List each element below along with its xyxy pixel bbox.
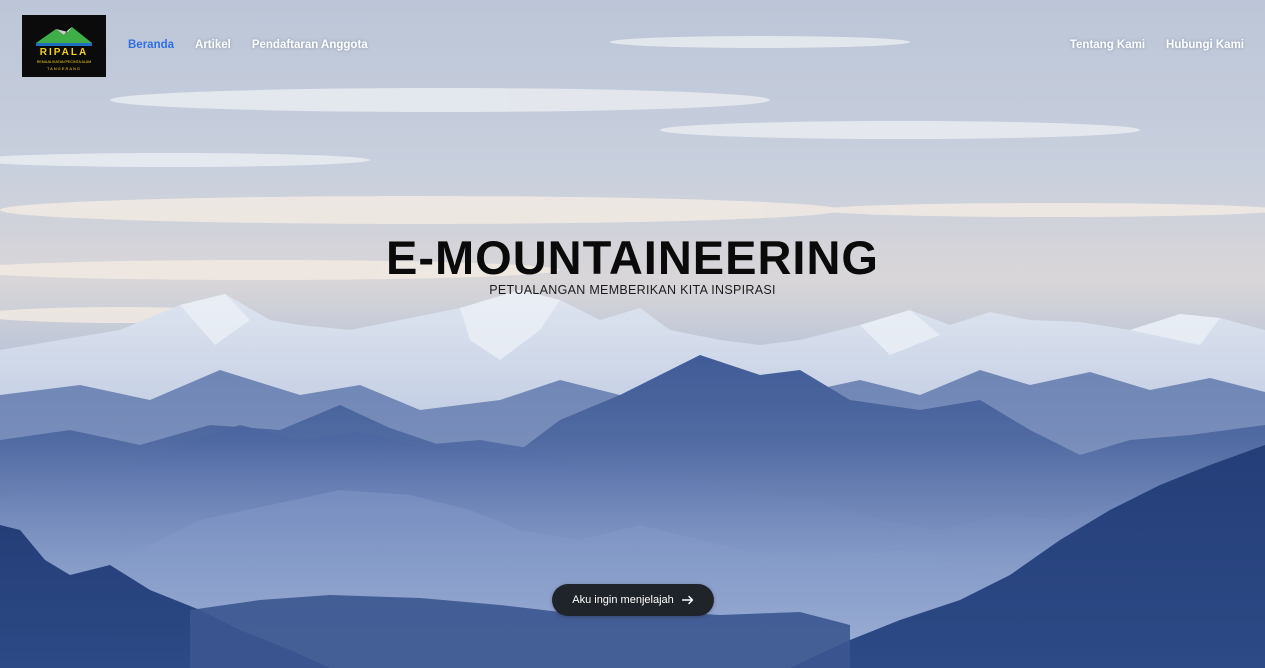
- nav-link-pendaftaran-anggota[interactable]: Pendaftaran Anggota: [252, 37, 368, 53]
- logo-text-top: RIPALA: [40, 47, 88, 58]
- navbar: RIPALA REMAJA IKATAN PECINTA ALAM TANGER…: [0, 0, 1265, 90]
- arrow-right-icon: [681, 595, 694, 605]
- hero-subtitle: PETUALANGAN MEMBERIKAN KITA INSPIRASI: [489, 283, 776, 297]
- nav-link-tentang-kami[interactable]: Tentang Kami: [1070, 37, 1145, 53]
- nav-link-hubungi-kami[interactable]: Hubungi Kami: [1166, 37, 1244, 53]
- hero-title: E-MOUNTAINEERING: [386, 231, 879, 284]
- nav-link-artikel[interactable]: Artikel: [195, 37, 231, 53]
- explore-button[interactable]: Aku ingin menjelajah: [552, 584, 714, 616]
- logo-text-bottom: TANGERANG: [47, 66, 81, 71]
- nav-left-links: Beranda Artikel Pendaftaran Anggota: [128, 37, 389, 53]
- nav-link-beranda[interactable]: Beranda: [128, 37, 174, 53]
- explore-button-label: Aku ingin menjelajah: [572, 594, 674, 606]
- logo-text-ring: REMAJA IKATAN PECINTA ALAM: [37, 60, 92, 64]
- ripala-logo[interactable]: RIPALA REMAJA IKATAN PECINTA ALAM TANGER…: [22, 15, 106, 77]
- nav-right-links: Tentang Kami Hubungi Kami: [1049, 37, 1244, 53]
- hero-section: RIPALA REMAJA IKATAN PECINTA ALAM TANGER…: [0, 0, 1265, 668]
- mountain-background-image: [0, 0, 1265, 668]
- mountain-logo-icon: RIPALA REMAJA IKATAN PECINTA ALAM TANGER…: [36, 27, 92, 71]
